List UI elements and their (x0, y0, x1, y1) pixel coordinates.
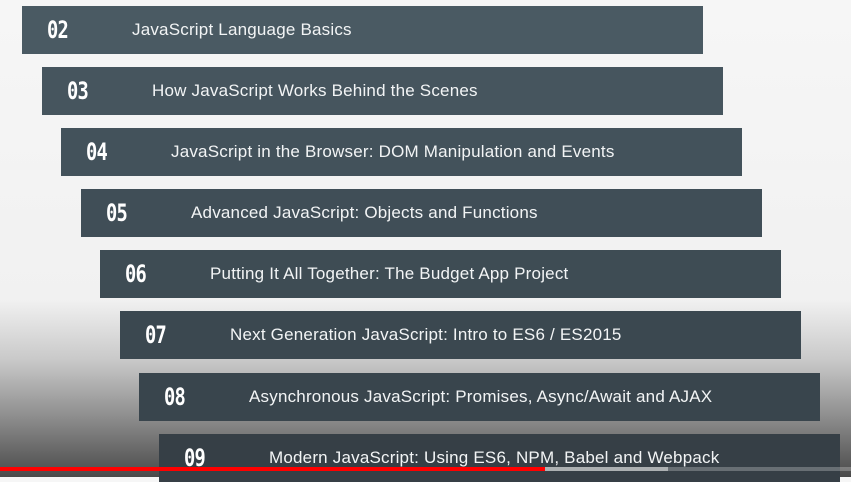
progress-played (0, 467, 545, 471)
section-bar-09: 09 Modern JavaScript: Using ES6, NPM, Ba… (159, 434, 840, 482)
section-number: 03 (66, 77, 89, 105)
section-title: JavaScript Language Basics (132, 20, 352, 39)
section-bar-07: 07 Next Generation JavaScript: Intro to … (120, 311, 801, 359)
section-number: 06 (124, 260, 147, 288)
section-title: Advanced JavaScript: Objects and Functio… (191, 203, 538, 222)
section-bar-08: 08 Asynchronous JavaScript: Promises, As… (139, 373, 820, 421)
section-number: 07 (144, 321, 167, 349)
section-title: Asynchronous JavaScript: Promises, Async… (249, 387, 713, 406)
section-number: 08 (163, 383, 186, 411)
section-bar-05: 05 Advanced JavaScript: Objects and Func… (81, 189, 762, 237)
section-bar-04: 04 JavaScript in the Browser: DOM Manipu… (61, 128, 742, 176)
video-frame[interactable]: 02 JavaScript Language Basics 03 How Jav… (0, 0, 851, 482)
section-bar-06: 06 Putting It All Together: The Budget A… (100, 250, 781, 298)
section-title: Putting It All Together: The Budget App … (210, 264, 569, 283)
section-title: JavaScript in the Browser: DOM Manipulat… (171, 142, 615, 161)
section-number: 02 (46, 16, 69, 44)
section-title: Next Generation JavaScript: Intro to ES6… (230, 325, 622, 344)
section-number: 05 (105, 199, 128, 227)
section-number: 04 (85, 138, 108, 166)
section-bar-03: 03 How JavaScript Works Behind the Scene… (42, 67, 723, 115)
video-progress-bar[interactable] (0, 467, 851, 471)
section-title: Modern JavaScript: Using ES6, NPM, Babel… (269, 448, 720, 467)
section-bar-02: 02 JavaScript Language Basics (22, 6, 703, 54)
section-title: How JavaScript Works Behind the Scenes (152, 81, 478, 100)
